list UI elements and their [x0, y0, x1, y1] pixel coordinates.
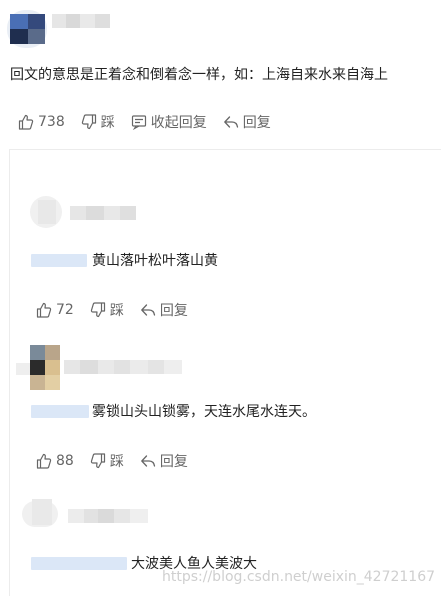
reply-icon [223, 116, 238, 128]
comment-icon [131, 115, 146, 130]
reply-actions: 88 踩 回复 [36, 451, 204, 471]
avatar[interactable] [7, 10, 47, 48]
collapse-replies-button[interactable]: 收起回复 [131, 112, 207, 132]
dislike-button[interactable]: 踩 [90, 300, 124, 320]
dislike-button[interactable]: 踩 [90, 451, 124, 471]
like-button[interactable]: 738 [18, 114, 65, 130]
reply-label: 回复 [242, 115, 271, 131]
thumbs-down-icon [90, 453, 105, 469]
reply-icon [140, 455, 155, 467]
reply-author-blurred[interactable] [22, 497, 148, 529]
watermark: https://blog.csdn.net/weixin_42721167 [162, 569, 436, 585]
reply-icon [140, 304, 155, 316]
like-count: 738 [38, 114, 65, 130]
thumbs-down-icon [81, 114, 96, 130]
reply-button[interactable]: 回复 [223, 112, 271, 132]
comment-actions: 738 踩 收起回复 回复 [18, 112, 287, 132]
reply-to-blurred [31, 557, 127, 570]
thumbs-up-icon [18, 114, 34, 130]
collapse-label: 收起回复 [150, 115, 207, 131]
thumbs-up-icon [36, 302, 52, 318]
reply-text: 雾锁山头山锁雾，天连水尾水连天。 [92, 404, 316, 420]
reply-to-blurred [31, 405, 89, 418]
reply-author-blurred[interactable] [30, 196, 136, 228]
dislike-label: 踩 [109, 303, 124, 319]
dislike-button[interactable]: 踩 [81, 112, 115, 132]
like-count: 88 [56, 453, 74, 469]
comment-text: 回文的意思是正着念和倒着念一样，如：上海自来水来自海上 [10, 67, 388, 83]
reply-actions: 72 踩 回复 [36, 300, 204, 320]
reply-label: 回复 [159, 454, 188, 470]
like-button[interactable]: 72 [36, 302, 74, 318]
thumbs-down-icon [90, 302, 105, 318]
like-button[interactable]: 88 [36, 453, 74, 469]
username-blurred[interactable] [52, 14, 110, 28]
thumbs-up-icon [36, 453, 52, 469]
reply-author-blurred[interactable] [16, 345, 182, 390]
reply-text: 黄山落叶松叶落山黄 [92, 253, 218, 269]
reply-button[interactable]: 回复 [140, 300, 188, 320]
dislike-label: 踩 [100, 115, 115, 131]
reply-label: 回复 [159, 303, 188, 319]
like-count: 72 [56, 302, 74, 318]
reply-button[interactable]: 回复 [140, 451, 188, 471]
dislike-label: 踩 [109, 454, 124, 470]
reply-to-blurred [31, 254, 87, 267]
